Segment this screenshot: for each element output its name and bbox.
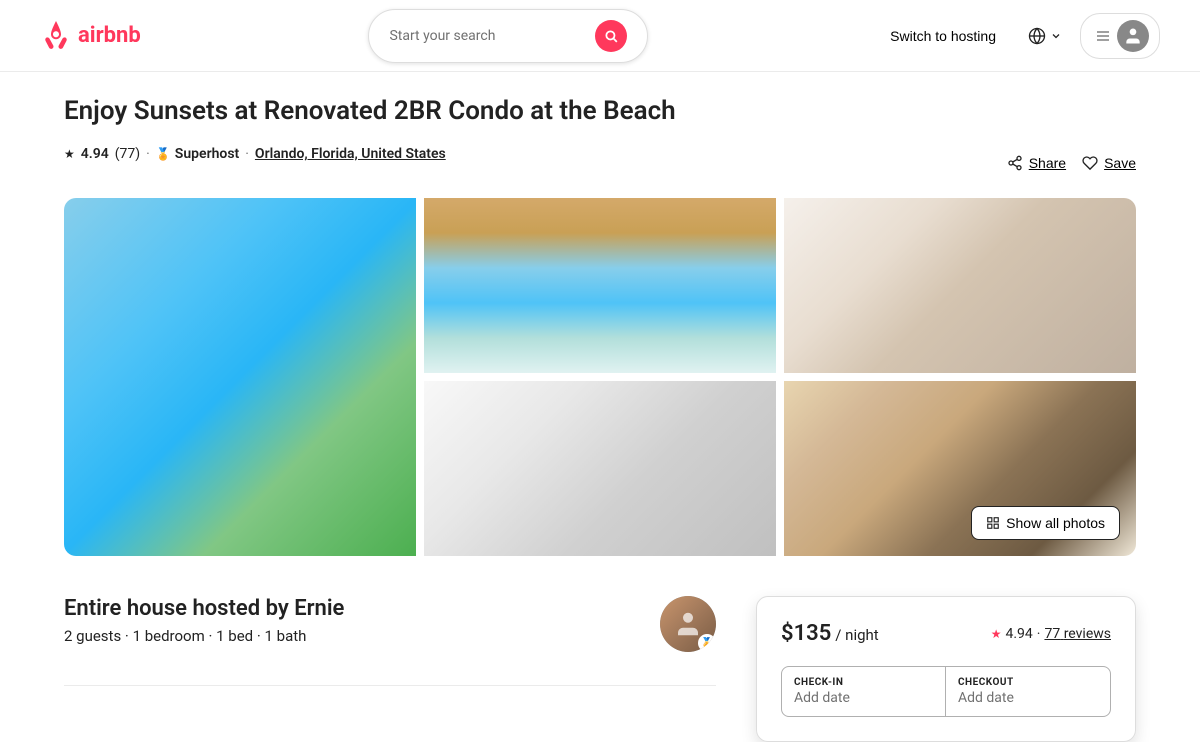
star-icon: ★: [64, 147, 75, 161]
search-button[interactable]: [595, 20, 627, 52]
dot-separator-2: ·: [245, 146, 249, 162]
share-button[interactable]: Share: [1007, 155, 1066, 171]
divider: [64, 685, 716, 686]
superhost-dot: 🏅: [698, 634, 716, 652]
checkout-label: CHECKOUT: [958, 677, 1098, 688]
review-count: (77): [115, 146, 140, 162]
share-icon: [1007, 155, 1023, 171]
host-section: Entire house hosted by Ernie 2 guests · …: [64, 596, 716, 742]
superhost-medal-icon: 🏅: [701, 638, 713, 649]
superhost-icon: 🏅: [156, 147, 171, 161]
card-star-icon: ★: [991, 627, 1002, 641]
checkin-checkout-grid: CHECK-IN Add date CHECKOUT Add date: [781, 666, 1111, 717]
listing-meta: ★ 4.94 (77) · 🏅 Superhost · Orlando, Flo…: [64, 146, 446, 162]
photo-4[interactable]: [424, 381, 776, 556]
host-title: Entire house hosted by Ernie: [64, 596, 344, 621]
logo[interactable]: airbnb: [40, 20, 141, 52]
listing-bottom: Entire house hosted by Ernie 2 guests · …: [64, 596, 1136, 742]
heart-icon: [1082, 155, 1098, 171]
search-icon: [604, 29, 618, 43]
host-avatar[interactable]: 🏅: [660, 596, 716, 652]
price-row: $135 / night ★ 4.94 · 77 reviews: [781, 621, 1111, 646]
nav-right: Switch to hosting: [876, 13, 1160, 59]
save-button[interactable]: Save: [1082, 155, 1136, 171]
listing-title: Enjoy Sunsets at Renovated 2BR Condo at …: [64, 96, 676, 126]
host-info: Entire house hosted by Ernie 2 guests · …: [64, 596, 344, 661]
main-content: Enjoy Sunsets at Renovated 2BR Condo at …: [40, 72, 1160, 742]
checkin-label: CHECK-IN: [794, 677, 933, 688]
checkin-value: Add date: [794, 690, 933, 706]
user-icon: [1123, 26, 1143, 46]
hamburger-icon: [1095, 28, 1111, 44]
chevron-down-icon: [1050, 30, 1062, 42]
location-link[interactable]: Orlando, Florida, United States: [255, 146, 446, 162]
checkout-value: Add date: [958, 690, 1098, 706]
search-placeholder-text: Start your search: [389, 28, 495, 44]
price-display: $135 / night: [781, 621, 879, 646]
main-photo[interactable]: [64, 198, 416, 556]
navbar: airbnb Start your search Switch to hosti…: [0, 0, 1200, 72]
photo-5[interactable]: Show all photos: [784, 381, 1136, 556]
dot-separator: ·: [146, 146, 150, 162]
photo-grid: Show all photos: [64, 198, 1136, 556]
photo-2[interactable]: [424, 198, 776, 373]
search-bar[interactable]: Start your search: [368, 9, 648, 63]
photo-grid-container: Show all photos: [64, 198, 1136, 556]
checkin-cell[interactable]: CHECK-IN Add date: [782, 667, 946, 716]
rating-value: 4.94: [81, 146, 109, 162]
globe-icon: [1028, 27, 1046, 45]
switch-to-hosting-button[interactable]: Switch to hosting: [876, 18, 1010, 54]
price-amount: $135: [781, 621, 831, 646]
airbnb-logo-icon: [40, 20, 72, 52]
price-night: / night: [835, 626, 878, 644]
booking-card: $135 / night ★ 4.94 · 77 reviews CHECK-I…: [756, 596, 1136, 742]
avatar: [1117, 20, 1149, 52]
checkout-cell[interactable]: CHECKOUT Add date: [946, 667, 1110, 716]
host-details: 2 guests · 1 bedroom · 1 bed · 1 bath: [64, 627, 344, 645]
logo-text: airbnb: [78, 23, 141, 48]
user-menu-button[interactable]: [1080, 13, 1160, 59]
language-button[interactable]: [1018, 19, 1072, 53]
host-user-icon: [673, 609, 703, 639]
listing-actions: Share Save: [1007, 155, 1136, 171]
superhost-badge: 🏅 Superhost: [156, 146, 239, 162]
grid-icon: [986, 516, 1000, 530]
photo-3[interactable]: [784, 198, 1136, 373]
host-row: Entire house hosted by Ernie 2 guests · …: [64, 596, 716, 661]
card-rating: ★ 4.94 · 77 reviews: [991, 626, 1111, 642]
show-all-photos-button[interactable]: Show all photos: [971, 506, 1120, 540]
card-review-count[interactable]: 77 reviews: [1044, 626, 1111, 642]
